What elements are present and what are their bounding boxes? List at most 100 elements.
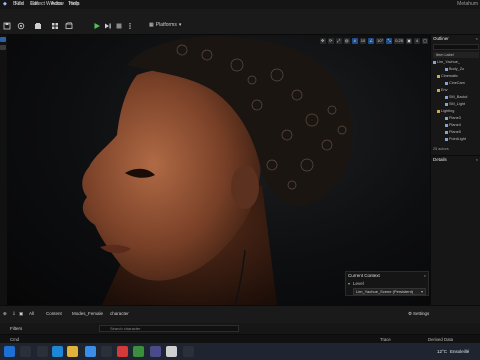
- menu-bar: ◆ File Edit Window Tools Metahum: [0, 0, 480, 9]
- menu-window[interactable]: Window: [46, 1, 64, 7]
- tab-details[interactable]: Details: [433, 157, 447, 162]
- mesh-icon: [445, 102, 448, 106]
- breadcrumb-modes-female[interactable]: Modes_Female: [72, 311, 103, 316]
- scale-snap-value[interactable]: 0.25: [394, 37, 404, 44]
- level-viewport[interactable]: ✥ ⟳ ⤢ ◍ # 10 ∠ 10° ⤡ 0.25 ▣ 4 ▢: [7, 35, 430, 305]
- mesh-icon: [445, 95, 448, 99]
- cinematics-icon[interactable]: [65, 22, 73, 30]
- mesh-icon: [445, 116, 448, 120]
- blueprint-icon[interactable]: [51, 22, 59, 30]
- more-options-icon[interactable]: [126, 22, 134, 30]
- chevron-down-icon: ▾: [348, 281, 351, 286]
- app-dark-icon[interactable]: [183, 346, 194, 357]
- filters-button[interactable]: Filters: [10, 326, 22, 331]
- outliner-panel: Outliner × Item Label Lim_Yachue_ Body_Z…: [430, 35, 480, 155]
- trace-button[interactable]: Trace: [380, 337, 391, 342]
- search-icon[interactable]: [20, 346, 31, 357]
- left-viewport-strip: [0, 35, 7, 305]
- maximize-icon[interactable]: ▢: [422, 37, 428, 44]
- chevron-down-icon: ▾: [178, 22, 182, 28]
- outliner-row[interactable]: Cinematic: [431, 73, 480, 79]
- outliner-row[interactable]: SM_Light: [431, 101, 480, 107]
- cmd-input[interactable]: Cmd: [10, 337, 19, 342]
- filters-bar: Filters: [0, 323, 480, 334]
- content-search-input[interactable]: Search character: [99, 325, 239, 332]
- platforms-label: Platforms: [155, 22, 177, 28]
- outliner-row[interactable]: CineCam: [431, 80, 480, 86]
- import-icon[interactable]: ⇩: [12, 311, 16, 317]
- file-explorer-icon[interactable]: [67, 346, 78, 357]
- current-context-title: Current Context: [348, 273, 380, 278]
- play-icon[interactable]: [93, 22, 101, 30]
- close-icon[interactable]: ×: [476, 36, 478, 41]
- app-purple-icon[interactable]: [150, 346, 161, 357]
- level-label: Level: [353, 281, 364, 286]
- grid-snap-icon[interactable]: #: [351, 37, 358, 44]
- mode-select-icon[interactable]: [17, 22, 25, 30]
- window-title: Metahum: [457, 1, 478, 7]
- task-view-icon[interactable]: [37, 346, 48, 357]
- platforms-button[interactable]: ▦ Platforms ▾: [149, 22, 181, 28]
- tab-outliner[interactable]: Outliner: [433, 36, 449, 41]
- app-red-icon[interactable]: [117, 346, 128, 357]
- folder-icon: [437, 109, 440, 113]
- settings-button[interactable]: Settings: [413, 311, 429, 316]
- translate-icon[interactable]: ✥: [319, 37, 326, 44]
- add-icon[interactable]: ⊕: [3, 311, 7, 317]
- menu-edit[interactable]: Edit: [30, 1, 39, 7]
- camera-speed-value[interactable]: 4: [414, 37, 420, 44]
- app-icon[interactable]: [101, 346, 112, 357]
- world-icon[interactable]: ◍: [343, 37, 350, 44]
- scale-icon[interactable]: ⤢: [335, 37, 342, 44]
- settings-icon[interactable]: ⚙: [408, 311, 412, 317]
- rotation-snap-value[interactable]: 10°: [376, 37, 385, 44]
- windows-start-icon[interactable]: [4, 346, 15, 357]
- unreal-engine-icon[interactable]: [166, 346, 177, 357]
- ue-logo-icon[interactable]: ◆: [3, 1, 7, 7]
- camera-icon: [445, 81, 448, 85]
- platforms-icon: ▦: [149, 22, 154, 28]
- outliner-row[interactable]: Lighting: [431, 108, 480, 114]
- rotate-icon[interactable]: ⟳: [327, 37, 334, 44]
- mesh-icon: [445, 123, 448, 127]
- level-selector[interactable]: Lim_Yachue_Scene (Persistent) ▾: [353, 288, 426, 295]
- breadcrumb-all[interactable]: All: [29, 311, 34, 316]
- menu-file[interactable]: File: [15, 1, 23, 7]
- outliner-row[interactable]: SM_Backd: [431, 94, 480, 100]
- viewport-menu-icon[interactable]: [0, 37, 6, 42]
- outliner-row[interactable]: Plane3: [431, 115, 480, 121]
- rotation-snap-icon[interactable]: ∠: [368, 37, 375, 44]
- close-icon[interactable]: ×: [476, 157, 478, 162]
- outliner-row[interactable]: Lim_Yachue_: [431, 59, 480, 65]
- scale-snap-icon[interactable]: ⤡: [386, 37, 393, 44]
- outliner-column-header: Item Label: [433, 52, 479, 58]
- edge-icon[interactable]: [52, 346, 63, 357]
- save-icon[interactable]: [3, 22, 11, 30]
- outliner-row[interactable]: Env: [431, 87, 480, 93]
- breadcrumb-character[interactable]: character: [110, 311, 129, 316]
- weather-text[interactable]: Ensoleillé: [450, 349, 469, 354]
- main-toolbar: ▦ Platforms ▾: [0, 9, 480, 35]
- menu-tools[interactable]: Tools: [68, 1, 80, 7]
- weather-temp[interactable]: 12°C: [437, 349, 447, 354]
- chrome-icon[interactable]: [133, 346, 144, 357]
- outliner-row[interactable]: Plane4: [431, 122, 480, 128]
- save-all-icon[interactable]: ▣: [19, 311, 23, 317]
- current-context-panel: Current Context Level ▾ Lim_Yachue_Scene…: [345, 271, 429, 296]
- grid-snap-value[interactable]: 10: [359, 37, 367, 44]
- chevron-down-icon: ▾: [420, 289, 423, 294]
- outliner-row[interactable]: PointLight: [431, 136, 480, 142]
- camera-speed-icon[interactable]: ▣: [406, 37, 412, 44]
- outliner-row[interactable]: Plane5: [431, 129, 480, 135]
- breadcrumb-content[interactable]: Content: [46, 311, 62, 316]
- step-icon[interactable]: [104, 22, 112, 30]
- stop-icon[interactable]: [115, 22, 123, 30]
- outliner-row[interactable]: Body_Zo: [431, 66, 480, 72]
- store-icon[interactable]: [85, 346, 96, 357]
- perspective-icon[interactable]: [0, 45, 6, 50]
- details-panel: Details ×: [430, 155, 480, 305]
- close-icon[interactable]: ×: [424, 273, 426, 278]
- content-icon[interactable]: [34, 22, 42, 30]
- outliner-search-input[interactable]: [433, 44, 479, 50]
- derived-data-button[interactable]: Derived Data: [428, 337, 453, 342]
